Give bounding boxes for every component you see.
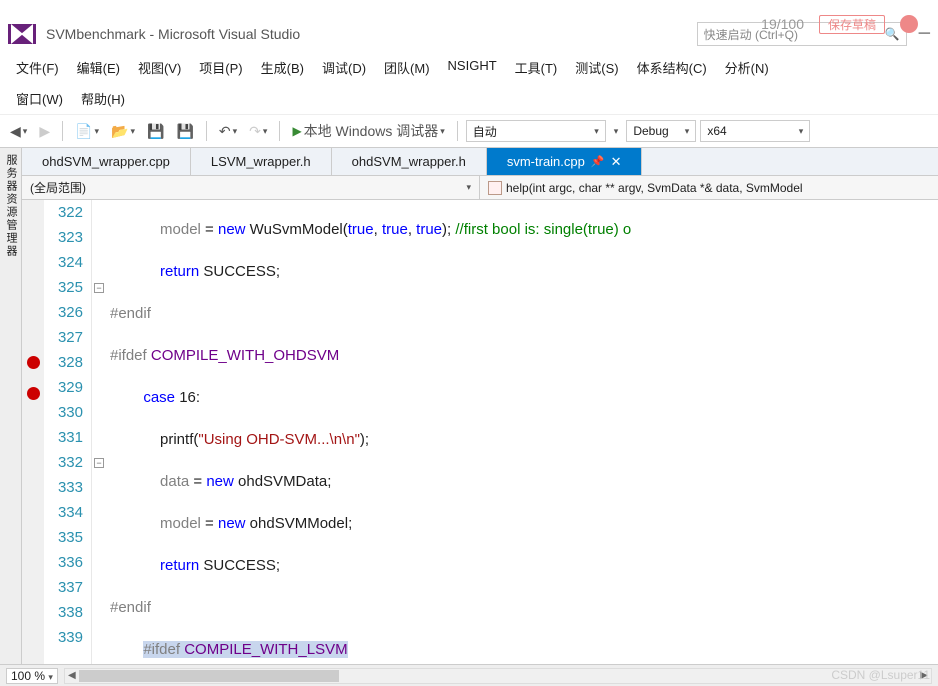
scope-dropdown[interactable]: (全局范围)▾ <box>22 176 480 199</box>
toolbar: ◀ ▾ ▶ 📄▾ 📂▾ 💾 💾 ↶▾ ↷▾ ▶ 本地 Windows 调试器 ▾… <box>0 114 938 148</box>
scroll-thumb[interactable] <box>79 670 339 682</box>
close-icon[interactable]: ✕ <box>611 154 622 170</box>
tab-ohdsvm-wrapper-cpp[interactable]: ohdSVM_wrapper.cpp <box>22 148 191 175</box>
undo-button[interactable]: ↶▾ <box>215 121 241 142</box>
fold-gutter[interactable]: − − <box>92 200 106 676</box>
fold-toggle-icon[interactable]: − <box>94 283 104 293</box>
redo-button[interactable]: ↷▾ <box>245 121 271 142</box>
tab-svm-train-cpp[interactable]: svm-train.cpp📌✕ <box>487 148 643 175</box>
breakpoint-icon[interactable] <box>27 356 40 369</box>
line-numbers: 3223233243253263273283293303313323333343… <box>44 200 92 676</box>
menu-bar: 文件(F) 编辑(E) 视图(V) 项目(P) 生成(B) 调试(D) 团队(M… <box>0 52 938 83</box>
menu-nsight[interactable]: NSIGHT <box>440 56 505 79</box>
member-dropdown[interactable]: help(int argc, char ** argv, SvmData *& … <box>480 176 938 199</box>
scroll-left-icon[interactable]: ◀ <box>65 669 79 683</box>
menu-edit[interactable]: 编辑(E) <box>69 56 128 79</box>
status-circle-icon <box>900 15 918 33</box>
external-status: 19/100 保存草稿 <box>761 16 918 32</box>
menu-team[interactable]: 团队(M) <box>376 56 438 79</box>
watermark: CSDN @Lsuper11 <box>831 668 930 682</box>
nav-forward-button[interactable]: ▶ <box>35 121 54 142</box>
pin-icon[interactable]: 📌 <box>591 155 605 168</box>
counter: 19/100 <box>761 16 804 32</box>
menu-build[interactable]: 生成(B) <box>253 56 312 79</box>
side-tool-tabs: 服务器资源管理器 工具箱 <box>0 148 22 676</box>
function-icon <box>488 181 502 195</box>
file-tabs: ohdSVM_wrapper.cpp LSVM_wrapper.h ohdSVM… <box>22 148 938 176</box>
menu-view[interactable]: 视图(V) <box>130 56 189 79</box>
menu-project[interactable]: 项目(P) <box>191 56 250 79</box>
vs-logo-icon <box>8 24 36 44</box>
save-draft-button[interactable]: 保存草稿 <box>819 15 885 34</box>
menu-debug[interactable]: 调试(D) <box>314 56 374 79</box>
build-config-select[interactable]: Debug▾ <box>626 120 696 142</box>
menu-help[interactable]: 帮助(H) <box>73 87 133 110</box>
tab-ohdsvm-wrapper-h[interactable]: ohdSVM_wrapper.h <box>332 148 487 175</box>
window-controls: ─ <box>919 25 930 43</box>
fold-toggle-icon[interactable]: − <box>94 458 104 468</box>
solution-config-select[interactable]: 自动▾ <box>466 120 606 142</box>
editor-area: ohdSVM_wrapper.cpp LSVM_wrapper.h ohdSVM… <box>22 148 938 676</box>
save-all-button[interactable]: 💾 <box>172 121 197 142</box>
navigation-bar: (全局范围)▾ help(int argc, char ** argv, Svm… <box>22 176 938 200</box>
menu-test[interactable]: 测试(S) <box>567 56 626 79</box>
menu-window[interactable]: 窗口(W) <box>8 87 71 110</box>
menu-file[interactable]: 文件(F) <box>8 56 67 79</box>
new-project-button[interactable]: 📄▾ <box>71 121 103 142</box>
server-explorer-tab[interactable]: 服务器资源管理器 <box>3 154 19 670</box>
status-bar: 100 % ▾ ◀ ▶ <box>0 664 938 686</box>
start-debug-button[interactable]: ▶ 本地 Windows 调试器 ▾ <box>288 119 448 143</box>
nav-back-button[interactable]: ◀ ▾ <box>6 121 31 142</box>
menu-analyze[interactable]: 分析(N) <box>717 56 777 79</box>
main-area: 服务器资源管理器 工具箱 ohdSVM_wrapper.cpp LSVM_wra… <box>0 148 938 676</box>
menu-tools[interactable]: 工具(T) <box>507 56 566 79</box>
menu-arch[interactable]: 体系结构(C) <box>629 56 715 79</box>
breakpoint-gutter[interactable] <box>22 200 44 676</box>
minimize-button[interactable]: ─ <box>919 25 930 43</box>
platform-select[interactable]: x64▾ <box>700 120 810 142</box>
breakpoint-icon[interactable] <box>27 387 40 400</box>
config-extra-button[interactable]: ▾ <box>610 124 623 139</box>
open-button[interactable]: 📂▾ <box>107 121 139 142</box>
code-editor[interactable]: 3223233243253263273283293303313323333343… <box>22 200 938 676</box>
menu-bar-2: 窗口(W) 帮助(H) <box>0 83 938 114</box>
tab-lsvm-wrapper-h[interactable]: LSVM_wrapper.h <box>191 148 332 175</box>
window-title: SVMbenchmark - Microsoft Visual Studio <box>46 26 697 42</box>
save-button[interactable]: 💾 <box>143 121 168 142</box>
code-content[interactable]: model = new WuSvmModel(true, true, true)… <box>106 200 938 676</box>
